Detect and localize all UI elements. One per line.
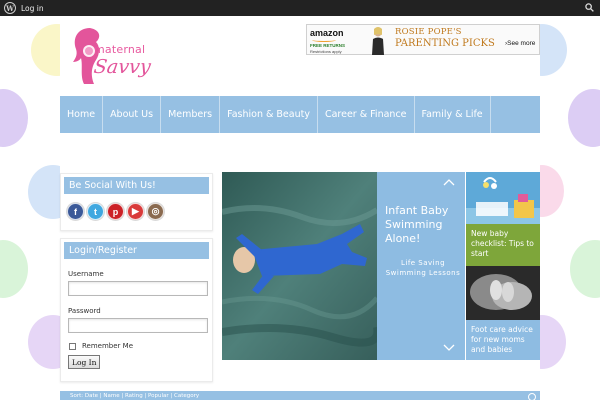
- restrictions-text: Restrictions apply: [310, 49, 342, 54]
- nav-item-family-life[interactable]: Family & Life: [415, 96, 491, 133]
- admin-login-link[interactable]: Log in: [21, 4, 44, 13]
- page-container: maternal Savvy amazon FREE RETURNS Restr…: [60, 16, 540, 400]
- password-input[interactable]: [68, 318, 208, 333]
- instagram-icon[interactable]: ◎: [147, 203, 164, 220]
- search-icon[interactable]: [528, 393, 536, 400]
- banner-headline-line2: PARENTING PICKS: [395, 38, 495, 49]
- amazon-logo: amazon: [310, 28, 344, 38]
- background-dot: [568, 89, 600, 147]
- baby-swimming-image: [222, 172, 377, 360]
- banner-headline-line1: ROSIE POPE'S: [395, 27, 462, 37]
- amazon-banner-ad[interactable]: amazon FREE RETURNS Restrictions apply R…: [306, 24, 540, 55]
- see-more-link[interactable]: ›See more: [505, 40, 535, 47]
- banner-person-image: [372, 27, 384, 55]
- thumbnail-foot-care[interactable]: Foot care advice for new moms and babies: [466, 266, 540, 360]
- pinterest-icon[interactable]: p: [107, 203, 124, 220]
- social-widget: Be Social With Us! f t p ▶ ◎: [60, 173, 213, 231]
- background-dot: [0, 89, 28, 147]
- logo-text-savvy: Savvy: [92, 56, 153, 78]
- wordpress-icon[interactable]: W: [4, 2, 16, 14]
- login-widget-title: Login/Register: [64, 242, 209, 259]
- facebook-icon[interactable]: f: [67, 203, 84, 220]
- slide-image-baby-swimming[interactable]: [222, 172, 377, 360]
- featured-slider: Infant Baby Swimming Alone! Life Saving …: [222, 172, 540, 360]
- thumbnail-baby-checklist[interactable]: New baby checklist: Tips to start: [466, 172, 540, 266]
- logo-text-maternal: maternal: [94, 43, 146, 56]
- nav-item-fashion-beauty[interactable]: Fashion & Beauty: [220, 96, 318, 133]
- nursery-image: [466, 172, 540, 224]
- sort-bar: Sort: Date | Name | Rating | Popular | C…: [60, 391, 540, 400]
- free-returns-text: FREE RETURNS: [310, 43, 346, 48]
- chevron-up-icon[interactable]: [443, 178, 455, 186]
- remember-me-label: Remember Me: [82, 342, 133, 350]
- username-input[interactable]: [68, 281, 208, 296]
- slide-title[interactable]: Infant Baby Swimming Alone!: [385, 204, 463, 246]
- remember-me-row: Remember Me: [69, 342, 212, 350]
- chevron-down-icon[interactable]: [443, 344, 455, 352]
- social-widget-title: Be Social With Us!: [64, 177, 209, 194]
- slide-caption-panel[interactable]: Infant Baby Swimming Alone! Life Saving …: [377, 172, 465, 360]
- slider-thumbnails: New baby checklist: Tips to start Foot c…: [465, 172, 540, 360]
- sort-options[interactable]: Sort: Date | Name | Rating | Popular | C…: [70, 393, 199, 399]
- password-label: Password: [68, 307, 101, 315]
- thumbnail-caption: New baby checklist: Tips to start: [466, 224, 540, 266]
- slide-subtitle: Life Saving Swimming Lessons: [385, 259, 461, 277]
- site-logo[interactable]: maternal Savvy: [68, 22, 163, 88]
- baby-feet-image: [466, 266, 540, 320]
- nav-item-home[interactable]: Home: [60, 96, 104, 133]
- username-label: Username: [68, 270, 104, 278]
- login-widget: Login/Register Username Password Remembe…: [60, 238, 213, 382]
- twitter-icon[interactable]: t: [87, 203, 104, 220]
- nav-item-about-us[interactable]: About Us: [103, 96, 162, 133]
- main-navigation: Home About Us Members Fashion & Beauty C…: [60, 96, 540, 133]
- background-dot: [0, 240, 28, 298]
- social-icons-row: f t p ▶ ◎: [61, 194, 212, 220]
- thumbnail-caption: Foot care advice for new moms and babies: [466, 320, 540, 360]
- nav-item-career-finance[interactable]: Career & Finance: [318, 96, 415, 133]
- admin-bar: W Log in: [0, 0, 600, 16]
- nav-item-members[interactable]: Members: [161, 96, 221, 133]
- background-dot: [570, 240, 600, 298]
- search-icon[interactable]: [585, 3, 594, 12]
- amazon-smile-icon: [312, 38, 336, 42]
- login-button[interactable]: Log In: [68, 355, 101, 369]
- remember-me-checkbox[interactable]: [69, 342, 76, 350]
- youtube-icon[interactable]: ▶: [127, 203, 144, 220]
